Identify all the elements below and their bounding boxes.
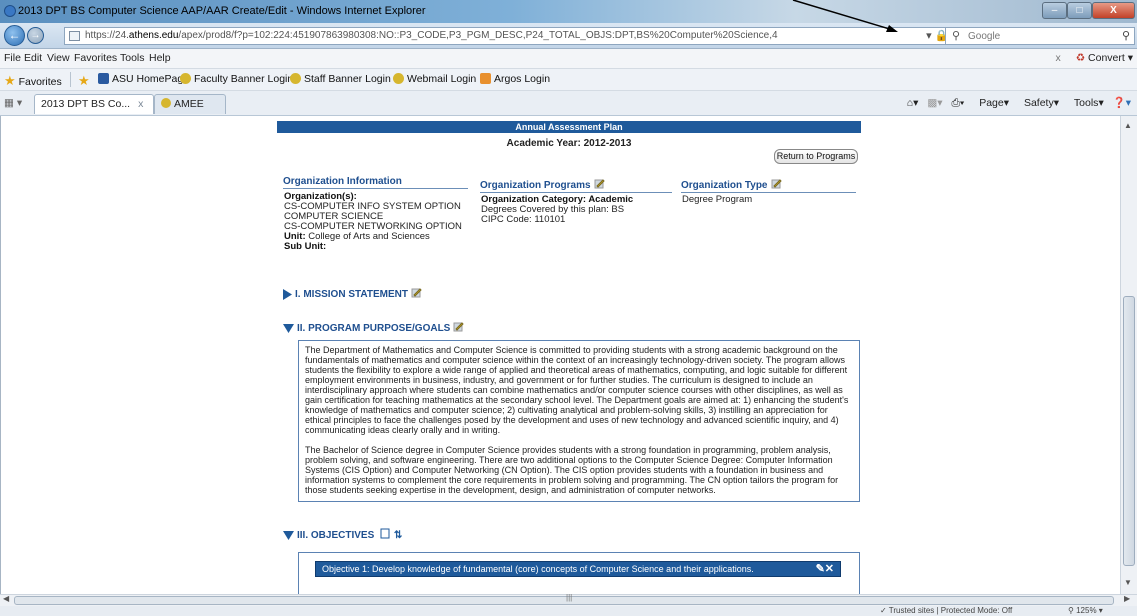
quick-tabs-icon[interactable]: ▦ ▾ bbox=[4, 97, 22, 109]
forward-button[interactable]: → bbox=[27, 27, 44, 44]
star-icon: ★ bbox=[4, 73, 16, 88]
menu-favorites[interactable]: Favorites bbox=[74, 52, 117, 64]
fav-link-argos[interactable]: Argos Login bbox=[480, 73, 550, 85]
feeds-icon[interactable]: ▩▾ bbox=[927, 97, 942, 109]
purpose-paragraph: The Department of Mathematics and Comput… bbox=[305, 345, 849, 435]
banner-icon bbox=[393, 73, 404, 84]
banner-icon bbox=[180, 73, 191, 84]
org-info-heading: Organization Information bbox=[283, 176, 468, 189]
fav-link-staff-banner[interactable]: Staff Banner Login bbox=[290, 73, 391, 85]
menu-edit[interactable]: Edit bbox=[24, 52, 42, 64]
scroll-left-icon[interactable]: ◀ bbox=[3, 594, 9, 603]
tab-amee[interactable]: AMEE bbox=[154, 94, 226, 114]
favorites-bar: ★ Favorites ★ ASU HomePage Faculty Banne… bbox=[0, 69, 1137, 91]
org-type-heading: Organization Type bbox=[681, 178, 856, 193]
return-to-programs-button[interactable]: Return to Programs bbox=[774, 149, 858, 164]
zoom-level[interactable]: ⚲ 125% ▾ bbox=[1068, 606, 1103, 615]
grip-icon: ||| bbox=[566, 593, 573, 602]
close-tab-icon[interactable]: x bbox=[138, 98, 143, 110]
fav-link-asu-homepage[interactable]: ASU HomePage bbox=[98, 73, 189, 85]
close-window-button[interactable]: X bbox=[1092, 2, 1135, 19]
org-programs-heading: Organization Programs bbox=[480, 178, 672, 193]
objective-row[interactable]: Objective 1: Develop knowledge of fundam… bbox=[315, 561, 841, 577]
scroll-right-icon[interactable]: ▶ bbox=[1124, 594, 1130, 603]
help-icon[interactable]: ❓▾ bbox=[1113, 97, 1131, 109]
menu-file[interactable]: File bbox=[4, 52, 21, 64]
command-bar: ⌂▾ ▩▾ ⎙▾ Page▾ Safety▾ Tools▾ ❓▾ bbox=[901, 96, 1131, 110]
program-purpose-toggle[interactable]: II. PROGRAM PURPOSE/GOALS bbox=[283, 321, 465, 334]
objectives-toggle[interactable]: III. OBJECTIVES ⇅ bbox=[283, 528, 402, 541]
convert-button[interactable]: Convert bbox=[1088, 52, 1125, 64]
chevron-down-icon[interactable]: ▾ bbox=[1128, 52, 1133, 64]
search-go-icon[interactable]: ⚲ bbox=[1122, 29, 1130, 42]
fav-link-faculty-banner[interactable]: Faculty Banner Login bbox=[180, 73, 293, 85]
window-title: 2013 DPT BS Computer Science AAP/AAR Cre… bbox=[18, 5, 426, 17]
collapse-down-icon bbox=[283, 530, 294, 540]
delete-objective-icon[interactable]: ✕ bbox=[825, 563, 834, 575]
edit-icon[interactable] bbox=[411, 287, 422, 298]
window-title-bar: 2013 DPT BS Computer Science AAP/AAR Cre… bbox=[0, 0, 1137, 23]
safety-menu[interactable]: Safety▾ bbox=[1018, 97, 1059, 109]
page-icon bbox=[69, 31, 80, 41]
menu-view[interactable]: View bbox=[47, 52, 70, 64]
vertical-scrollbar[interactable]: ▲ ▼ bbox=[1120, 116, 1137, 594]
url-field[interactable]: https://24.athens.edu/apex/prod8/f?p=102… bbox=[64, 27, 980, 45]
menu-tools[interactable]: Tools bbox=[120, 52, 145, 64]
scroll-thumb[interactable] bbox=[14, 596, 1114, 605]
close-toolbar-icon[interactable]: x bbox=[1056, 52, 1061, 64]
edit-icon[interactable] bbox=[453, 321, 465, 332]
menu-bar: File Edit View Favorites Tools Help x ♻ … bbox=[0, 49, 1137, 69]
fav-link-webmail[interactable]: Webmail Login bbox=[393, 73, 476, 85]
argos-icon bbox=[480, 73, 491, 84]
collapse-down-icon bbox=[283, 323, 294, 333]
add-favorite-icon[interactable]: ★ bbox=[78, 73, 90, 89]
org-info-content: Organization(s): CS-COMPUTER INFO SYSTEM… bbox=[284, 191, 462, 252]
horizontal-scrollbar[interactable]: ◀ ||| ▶ bbox=[0, 593, 1137, 606]
url-text: https://24.athens.edu/apex/prod8/f?p=102… bbox=[85, 30, 778, 41]
status-bar: ✓ Trusted sites | Protected Mode: Off ⚲ … bbox=[0, 606, 1137, 616]
back-button[interactable]: ← bbox=[4, 25, 25, 46]
print-icon[interactable]: ⎙▾ bbox=[951, 97, 964, 109]
address-bar: ← → https://24.athens.edu/apex/prod8/f?p… bbox=[0, 23, 1137, 49]
scroll-down-icon[interactable]: ▼ bbox=[1124, 578, 1132, 587]
search-input[interactable]: ⚲ Google ⚲ bbox=[945, 27, 1135, 45]
favorites-button[interactable]: ★ Favorites bbox=[4, 73, 62, 89]
org-programs-content: Organization Category: Academic Degrees … bbox=[481, 194, 634, 225]
reorder-icon[interactable]: ⇅ bbox=[394, 530, 402, 541]
add-objective-icon[interactable] bbox=[380, 528, 391, 539]
academic-year: Academic Year: 2012-2013 bbox=[506, 138, 632, 149]
zone-status: ✓ Trusted sites | Protected Mode: Off bbox=[880, 606, 1013, 615]
plan-header: Annual Assessment Plan bbox=[277, 121, 861, 133]
objectives-container: Objective 1: Develop knowledge of fundam… bbox=[298, 552, 860, 594]
scroll-thumb[interactable] bbox=[1123, 296, 1135, 566]
edit-objective-icon[interactable]: ✎ bbox=[816, 563, 825, 575]
banner-icon bbox=[161, 98, 171, 108]
search-placeholder: Google bbox=[968, 31, 1001, 42]
dropdown-icon[interactable]: ▾ bbox=[926, 30, 932, 42]
program-purpose-text: The Department of Mathematics and Comput… bbox=[298, 340, 860, 502]
divider bbox=[70, 72, 71, 87]
home-icon[interactable]: ⌂▾ bbox=[907, 97, 919, 109]
edit-icon[interactable] bbox=[594, 178, 605, 189]
convert-icon: ♻ bbox=[1075, 52, 1086, 64]
mission-statement-toggle[interactable]: I. MISSION STATEMENT bbox=[283, 287, 422, 300]
maximize-button[interactable]: □ bbox=[1067, 2, 1092, 19]
tab-bar: ▦ ▾ 2013 DPT BS Co... x AMEE ⌂▾ ▩▾ ⎙▾ Pag… bbox=[0, 91, 1137, 116]
tools-menu[interactable]: Tools▾ bbox=[1068, 97, 1104, 109]
expand-right-icon bbox=[283, 288, 292, 300]
menu-help[interactable]: Help bbox=[149, 52, 171, 64]
tab-2013-dpt[interactable]: 2013 DPT BS Co... x bbox=[34, 94, 154, 114]
ie-icon bbox=[4, 5, 16, 17]
minimize-button[interactable]: – bbox=[1042, 2, 1067, 19]
banner-icon bbox=[290, 73, 301, 84]
edit-icon[interactable] bbox=[771, 178, 782, 189]
purpose-paragraph: The Bachelor of Science degree in Comput… bbox=[305, 445, 839, 495]
search-icon: ⚲ bbox=[952, 30, 961, 42]
org-type-value: Degree Program bbox=[682, 194, 753, 205]
page-menu[interactable]: Page▾ bbox=[973, 97, 1009, 109]
scroll-up-icon[interactable]: ▲ bbox=[1124, 121, 1132, 130]
site-icon bbox=[98, 73, 109, 84]
